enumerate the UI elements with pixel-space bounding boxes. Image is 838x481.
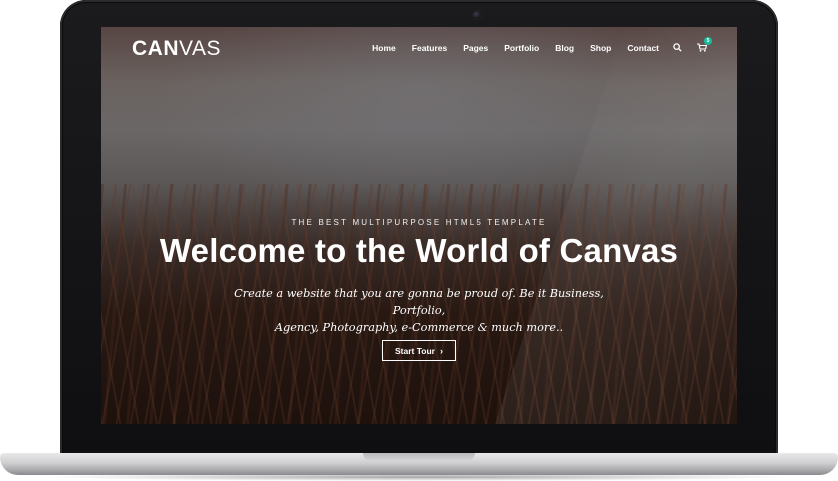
nav-item-features[interactable]: Features [412, 43, 447, 53]
chevron-right-icon: › [439, 345, 443, 356]
nav-item-home[interactable]: Home [372, 43, 396, 53]
nav-item-pages[interactable]: Pages [463, 43, 488, 53]
hero-subtitle: Create a website that you are gonna be p… [219, 285, 619, 336]
cart-count-badge: 5 [704, 37, 712, 45]
search-icon[interactable] [673, 43, 683, 53]
logo-thin: VAS [179, 37, 221, 60]
cart-icon[interactable]: 5 [697, 37, 712, 53]
hero-title: Welcome to the World of Canvas [159, 232, 679, 269]
start-tour-button[interactable]: Start Tour › [382, 340, 456, 361]
site-header: CANVAS Home Features Pages Portfolio Blo… [101, 27, 737, 73]
laptop-notch [363, 453, 475, 461]
logo-bold: CAN [132, 37, 179, 60]
nav-item-contact[interactable]: Contact [627, 43, 659, 53]
start-tour-label: Start Tour [395, 345, 435, 356]
logo[interactable]: CANVAS [132, 37, 221, 61]
nav-item-portfolio[interactable]: Portfolio [504, 43, 539, 53]
hero-subtitle-line-1: Create a website that you are gonna be p… [234, 287, 604, 317]
webcam-icon [473, 11, 481, 19]
nav-item-blog[interactable]: Blog [555, 43, 574, 53]
nav-item-shop[interactable]: Shop [590, 43, 611, 53]
website-screen: CANVAS Home Features Pages Portfolio Blo… [101, 27, 737, 424]
hero-subtitle-line-2: Agency, Photography, e-Commerce & much m… [274, 321, 564, 334]
main-nav: Home Features Pages Portfolio Blog Shop … [356, 37, 712, 53]
hero-eyebrow: THE BEST MULTIPURPOSE HTML5 TEMPLATE [291, 218, 547, 227]
